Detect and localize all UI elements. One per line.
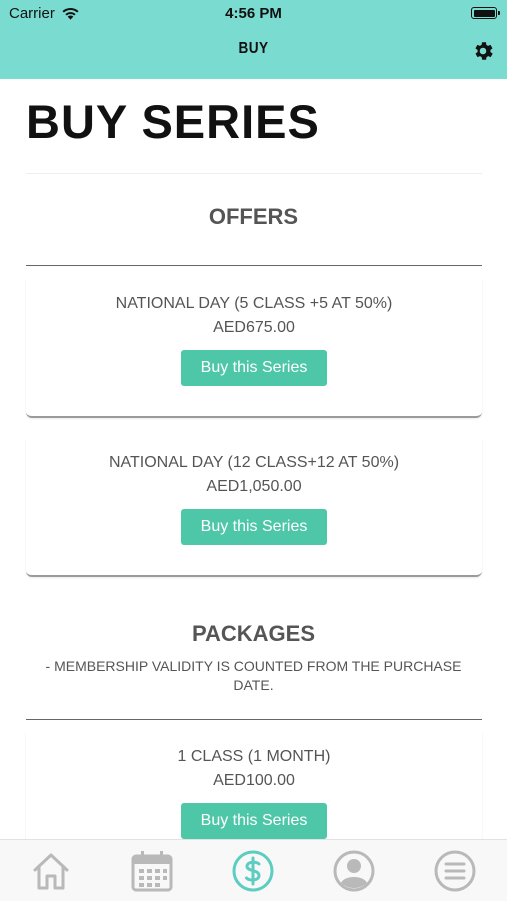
- series-price: AED675.00: [213, 319, 295, 336]
- series-price: AED100.00: [213, 772, 295, 789]
- offer-card: NATIONAL DAY (12 CLASS+12 AT 50%) AED1,0…: [26, 438, 482, 577]
- package-card: 1 CLASS (1 MONTH) AED100.00 Buy this Ser…: [26, 732, 482, 839]
- page-title: BUY SERIES: [26, 95, 320, 148]
- calendar-icon: [131, 851, 173, 892]
- tab-profile[interactable]: [331, 848, 379, 894]
- packages-note: - MEMBERSHIP VALIDITY IS COUNTED FROM TH…: [45, 658, 462, 693]
- series-price: AED1,050.00: [206, 478, 302, 495]
- tab-bar: [0, 839, 507, 901]
- status-time: 4:56 PM: [225, 5, 282, 22]
- divider: [26, 265, 482, 266]
- divider: [26, 173, 482, 174]
- profile-icon: [333, 850, 375, 892]
- series-name: 1 CLASS (1 MONTH): [177, 748, 331, 765]
- status-bar: Carrier 4:56 PM: [0, 0, 507, 28]
- tab-buy[interactable]: [230, 848, 278, 894]
- gear-icon[interactable]: [471, 39, 495, 63]
- tab-menu[interactable]: [432, 848, 480, 894]
- dollar-icon: [232, 850, 274, 892]
- series-name: NATIONAL DAY (12 CLASS+12 AT 50%): [108, 454, 400, 471]
- battery-icon: [471, 7, 500, 19]
- nav-title: BUY: [238, 40, 269, 57]
- tab-home[interactable]: [28, 848, 76, 894]
- offer-card: NATIONAL DAY (5 CLASS +5 AT 50%) AED675.…: [26, 279, 482, 418]
- menu-icon: [434, 850, 476, 892]
- home-icon: [33, 853, 69, 890]
- tab-schedule[interactable]: [129, 848, 177, 894]
- packages-heading: PACKAGES: [191, 621, 316, 646]
- series-name: NATIONAL DAY (5 CLASS +5 AT 50%): [115, 295, 393, 312]
- buy-series-button[interactable]: Buy this Series: [181, 803, 327, 839]
- divider: [26, 719, 482, 720]
- offers-heading: OFFERS: [208, 204, 299, 229]
- buy-series-button[interactable]: Buy this Series: [181, 350, 327, 386]
- app-header: Carrier 4:56 PM BUY: [0, 0, 507, 79]
- buy-series-button[interactable]: Buy this Series: [181, 509, 327, 545]
- scroll-content[interactable]: BUY SERIES OFFERS NATIONAL DAY (5 CLASS …: [0, 79, 507, 839]
